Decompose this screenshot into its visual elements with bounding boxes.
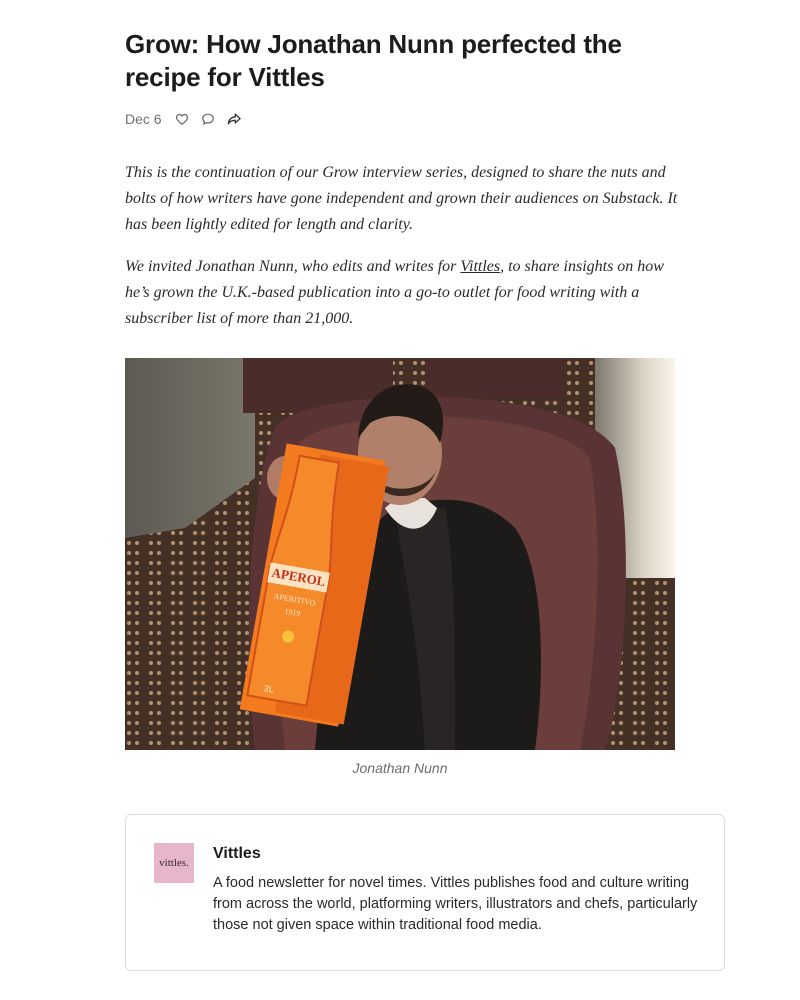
publication-embed-card[interactable]: vittles. Vittles A food newsletter for n…	[125, 814, 725, 971]
intro-paragraph: This is the continuation of our Grow int…	[125, 164, 678, 233]
publication-description: A food newsletter for novel times. Vittl…	[213, 875, 698, 933]
article-photo: APEROL APERITIVO 1919 3L	[125, 358, 675, 750]
publication-name[interactable]: Vittles	[213, 845, 261, 863]
article-intro: This is the continuation of our Grow int…	[125, 160, 680, 348]
post-meta: Dec 6	[125, 108, 252, 130]
intro-paragraph: We invited Jonathan Nunn, who edits and …	[125, 258, 664, 327]
article-title: Grow: How Jonathan Nunn perfected the re…	[125, 29, 622, 92]
bottle-size-text: 3L	[263, 683, 275, 695]
post-date: Dec 6	[125, 111, 162, 127]
publication-logo: vittles.	[154, 843, 194, 883]
heart-icon[interactable]	[174, 111, 190, 127]
photo-jonathan-nunn-with-aperol: APEROL APERITIVO 1919 3L	[125, 358, 675, 750]
comment-icon[interactable]	[200, 111, 216, 127]
vittles-link[interactable]: Vittles	[460, 258, 500, 275]
image-caption: Jonathan Nunn	[352, 760, 448, 776]
share-icon[interactable]	[226, 111, 242, 127]
